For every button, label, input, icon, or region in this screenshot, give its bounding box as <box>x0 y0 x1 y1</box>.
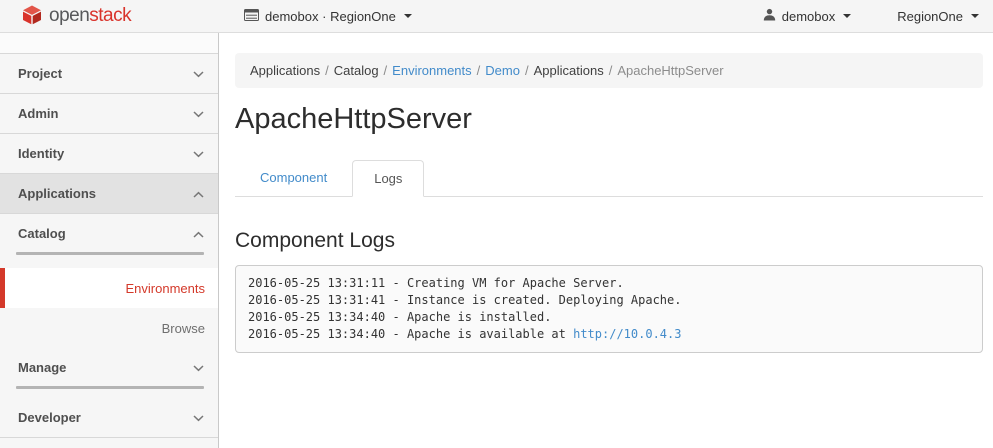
project-region-switcher[interactable]: demobox · RegionOne <box>244 9 412 24</box>
chevron-down-icon <box>193 146 204 161</box>
chevron-up-icon <box>193 226 204 241</box>
chevron-down-icon <box>193 410 204 425</box>
list-icon <box>244 9 259 24</box>
log-line: 2016-05-25 13:34:40 - Apache is availabl… <box>248 326 970 343</box>
page-title: ApacheHttpServer <box>235 102 983 136</box>
breadcrumb-link-demo[interactable]: Demo <box>485 63 520 78</box>
log-line: 2016-05-25 13:31:41 - Instance is create… <box>248 292 970 309</box>
region-selector[interactable]: RegionOne <box>897 9 979 24</box>
component-logs-heading: Component Logs <box>235 229 983 253</box>
brand-wordmark: openstack <box>49 5 131 27</box>
chevron-up-icon <box>193 186 204 201</box>
user-icon <box>763 8 776 24</box>
tab-logs[interactable]: Logs <box>352 160 424 197</box>
sidebar-item-environments[interactable]: Environments <box>0 268 218 308</box>
sidebar-item-catalog[interactable]: Catalog <box>0 214 218 252</box>
openstack-brand[interactable]: openstack <box>0 5 219 28</box>
sidebar-item-applications[interactable]: Applications <box>0 174 218 214</box>
chevron-down-icon <box>193 66 204 81</box>
tab-component[interactable]: Component <box>235 160 352 196</box>
user-menu-label: demobox <box>782 9 835 24</box>
sidebar-group-catalog: Catalog <box>0 214 218 268</box>
region-selector-label: RegionOne <box>897 9 963 24</box>
sidebar-item-admin[interactable]: Admin <box>0 94 218 134</box>
log-line: 2016-05-25 13:31:11 - Creating VM for Ap… <box>248 275 970 292</box>
sidebar-item-identity[interactable]: Identity <box>0 134 218 174</box>
sidebar-item-manage[interactable]: Manage <box>0 348 218 386</box>
breadcrumb-item: Applications <box>250 63 320 78</box>
caret-down-icon <box>843 14 851 18</box>
detail-tabs: Component Logs <box>235 160 983 197</box>
breadcrumb-item: Applications <box>534 63 604 78</box>
main-content: Applications/Catalog/Environments/Demo/A… <box>219 33 993 448</box>
user-menu[interactable]: demobox <box>763 8 851 24</box>
breadcrumb-current: ApacheHttpServer <box>617 63 723 78</box>
breadcrumb-item: Catalog <box>334 63 379 78</box>
top-navbar: openstack demobox · RegionOne demobox <box>0 0 993 33</box>
component-log-output: 2016-05-25 13:31:11 - Creating VM for Ap… <box>235 265 983 353</box>
switcher-label: demobox · RegionOne <box>265 9 396 24</box>
apache-url-link[interactable]: http://10.0.4.3 <box>573 327 681 341</box>
caret-down-icon <box>971 14 979 18</box>
chevron-down-icon <box>193 106 204 121</box>
chevron-down-icon <box>193 360 204 375</box>
sidebar-nav: Project Admin Identity Applications Cata… <box>0 33 219 448</box>
sidebar-item-developer[interactable]: Developer <box>0 398 218 438</box>
sidebar-group-manage: Manage <box>0 348 218 398</box>
sidebar-top-strip <box>0 33 218 54</box>
sidebar-item-browse[interactable]: Browse <box>0 308 218 348</box>
sidebar-item-project[interactable]: Project <box>0 54 218 94</box>
log-line: 2016-05-25 13:34:40 - Apache is installe… <box>248 309 970 326</box>
breadcrumb-link-environments[interactable]: Environments <box>392 63 471 78</box>
openstack-logo-icon <box>22 5 42 28</box>
caret-down-icon <box>404 14 412 18</box>
breadcrumb: Applications/Catalog/Environments/Demo/A… <box>235 53 983 88</box>
